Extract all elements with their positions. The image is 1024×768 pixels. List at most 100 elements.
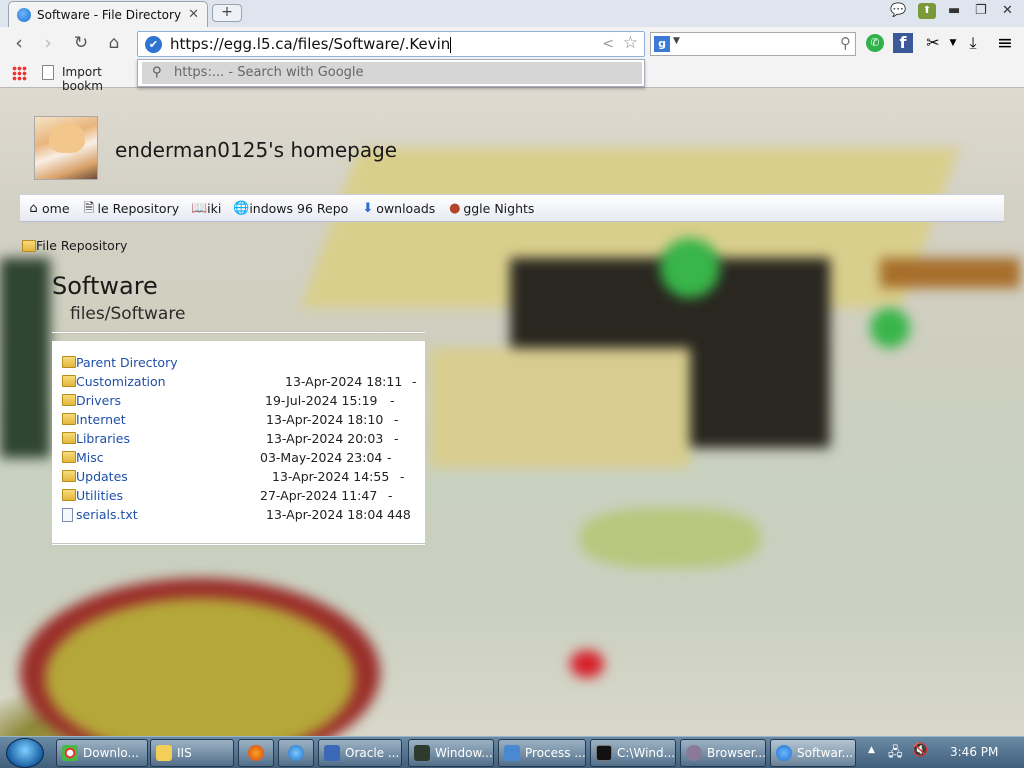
chat-icon[interactable]: 💬 [890,3,906,18]
whatsapp-icon[interactable]: ✆ [866,34,884,52]
taskbar-item-cmd[interactable]: C:\Wind... [590,739,676,767]
forward-icon[interactable]: › [36,31,60,55]
taskbar-label: Softwar... [797,746,854,760]
nav-file-repository[interactable]: 🗎 le Repository [82,201,179,216]
address-bar[interactable]: ✔ https://egg.l5.ca/files/Software/.Kevi… [137,31,645,57]
chevron-down-icon[interactable]: ▼ [673,36,680,46]
item-date: 03-May-2024 23:04 [260,450,383,465]
breadcrumb-label: File Repository [36,238,128,253]
taskbar-item-iis[interactable]: IIS [150,739,234,767]
item-name[interactable]: Utilities [76,488,123,503]
nav-downloads[interactable]: ⬇ ownloads [360,201,435,216]
taskbar-label: C:\Wind... [617,746,676,760]
taskbar-item-oracle[interactable]: Oracle ... [318,739,402,767]
item-date: 13-Apr-2024 18:11 [285,374,403,389]
list-item[interactable]: Customization 13-Apr-2024 18:11 - [60,373,420,392]
site-favicon-icon [17,7,31,22]
apps-icon[interactable] [12,66,27,81]
tab-close-icon[interactable]: ✕ [188,7,199,22]
nav-eggle-nights[interactable]: ● ggle Nights [447,201,534,216]
taskbar-item-process[interactable]: Process ... [498,739,586,767]
folder-icon [62,470,76,482]
search-box[interactable]: g ▼ ⚲ [650,32,856,56]
tab-active[interactable]: Software - File Directory ✕ [8,1,208,27]
search-engine-icon[interactable]: g [654,36,670,52]
taskbar-item-downloads[interactable]: Downlo... [56,739,148,767]
minimize-icon[interactable]: ▬ [948,3,960,18]
browser-icon [686,745,702,761]
item-date: 19-Jul-2024 15:19 [265,393,378,408]
item-name[interactable]: Internet [76,412,126,427]
back-icon[interactable]: ‹ [7,31,31,55]
reload-icon[interactable]: ↻ [69,31,93,55]
nav-wiki[interactable]: 📖 iki [191,201,221,216]
list-item[interactable]: serials.txt 13-Apr-2024 18:04 448 [60,506,420,525]
taskbar-item-firefox[interactable] [238,739,274,767]
item-name[interactable]: Updates [76,469,128,484]
item-size: - [400,469,405,484]
volume-muted-icon[interactable]: 🔇 [912,743,928,758]
tray-expand-icon[interactable]: ▲ [868,745,875,755]
system-tray: ▲ 🖧 🔇 3:46 PM [864,739,1024,767]
taskbar-label: Browser... [707,746,766,760]
item-name[interactable]: Libraries [76,431,130,446]
restore-icon[interactable]: ❐ [975,3,987,18]
item-date: 13-Apr-2024 18:04 [266,507,384,522]
list-item[interactable]: Internet 13-Apr-2024 18:10 - [60,411,420,430]
site-nav: ⌂ ome 🗎 le Repository 📖 iki 🌐 indows 96 Repo… [20,194,1004,222]
list-item[interactable]: Libraries 13-Apr-2024 20:03 - [60,430,420,449]
suggestion-row[interactable]: ⚲ https:... - Search with Google [142,62,642,84]
network-icon[interactable]: 🖧 [888,743,903,765]
site-title: enderman0125's homepage [115,138,398,162]
item-name[interactable]: Drivers [76,393,121,408]
taskbar-item-window[interactable]: Window... [408,739,494,767]
taskbar-label: Oracle ... [345,746,400,760]
item-name[interactable]: Parent Directory [76,355,178,370]
taskbar-label: Downlo... [83,746,139,760]
close-window-icon[interactable]: ✕ [1002,3,1013,18]
scissors-icon[interactable]: ✂ [922,32,944,54]
download-icon[interactable]: ⤓ [962,32,984,54]
divider [52,544,425,545]
taskbar-label: Process ... [525,746,586,760]
item-name[interactable]: Customization [76,374,166,389]
folder-icon [62,432,76,444]
nav-windows96-repo[interactable]: 🌐 indows 96 Repo [233,201,348,216]
start-button[interactable] [6,738,44,768]
facebook-icon[interactable]: f [893,33,913,53]
menu-icon[interactable]: ≡ [994,32,1016,54]
item-name[interactable]: serials.txt [76,507,138,522]
new-tab-button[interactable]: + [212,4,242,22]
profile-icon[interactable]: ⬆ [918,3,936,19]
list-item[interactable]: Misc 03-May-2024 23:04 - [60,449,420,468]
breadcrumb[interactable]: File Repository [22,238,127,253]
bookmark-star-icon[interactable]: ☆ [623,33,638,53]
nav-label: ggle Nights [463,200,535,216]
list-item[interactable]: Drivers 19-Jul-2024 15:19 - [60,392,420,411]
list-item[interactable]: Parent Directory [60,354,420,373]
taskbar-item-browser[interactable]: Browser... [680,739,766,767]
book-icon: 📖 [191,200,208,216]
tab-strip: Software - File Directory ✕ + 💬 ⬆ ▬ ❐ ✕ [0,0,1024,27]
firefox-icon [248,745,264,761]
divider [52,332,425,333]
browser-chrome: Software - File Directory ✕ + 💬 ⬆ ▬ ❐ ✕ … [0,0,1024,93]
item-size: - [390,393,395,408]
globe-icon: 🌐 [233,200,250,216]
home-button-icon[interactable]: ⌂ [102,31,126,55]
item-date: 13-Apr-2024 20:03 [266,431,384,446]
taskbar-item-ie[interactable] [278,739,314,767]
list-item[interactable]: Updates 13-Apr-2024 14:55 - [60,468,420,487]
taskbar-item-software[interactable]: Softwar... [770,739,856,767]
share-icon[interactable]: < [602,36,614,52]
clock[interactable]: 3:46 PM [950,745,998,759]
list-item[interactable]: Utilities 27-Apr-2024 11:47 - [60,487,420,506]
chevron-down-icon[interactable]: ▼ [942,32,964,54]
url-input[interactable]: https://egg.l5.ca/files/Software/.Kevin [170,34,452,54]
search-icon[interactable]: ⚲ [840,34,851,52]
folder-icon [62,413,76,425]
ie-icon [288,745,304,761]
nav-home[interactable]: ⌂ ome [26,201,69,216]
item-name[interactable]: Misc [76,450,104,465]
item-size: - [394,412,399,427]
